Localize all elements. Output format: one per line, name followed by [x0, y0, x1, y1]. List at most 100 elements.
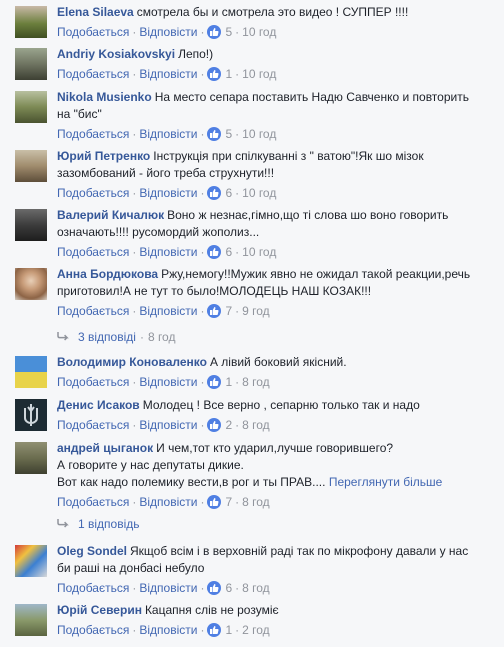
comment-time[interactable]: 9 год	[242, 304, 270, 318]
like-link[interactable]: Подобається	[57, 581, 129, 595]
reply-link[interactable]: Відповісти	[139, 623, 197, 637]
comment: Юрий Петренко Інструкція при спілкуванні …	[15, 148, 500, 201]
avatar[interactable]	[15, 604, 47, 636]
avatar[interactable]	[15, 91, 47, 123]
comment-text: Ржу,немогу!!Мужик явно не ожидал такой р…	[161, 267, 471, 281]
like-link[interactable]: Подобається	[57, 375, 129, 389]
like-icon[interactable]	[207, 304, 222, 318]
comment-author-link[interactable]: Анна Бордюкова	[57, 267, 158, 281]
comment-time[interactable]: 8 год	[242, 495, 270, 509]
like-link[interactable]: Подобається	[57, 127, 129, 141]
avatar[interactable]	[15, 545, 47, 577]
like-icon[interactable]	[207, 581, 222, 595]
comment-actions: Подобається · Відповісти · 5 · 10 год	[57, 127, 277, 141]
comment: андрей цыганок И чем,тот кто ударил,лучше…	[15, 440, 500, 510]
reply-link[interactable]: Відповісти	[139, 67, 197, 81]
like-icon[interactable]	[207, 186, 222, 200]
like-link[interactable]: Подобається	[57, 495, 129, 509]
comment-time[interactable]: 2 год	[242, 623, 270, 637]
comment-text: На место сепара поставить Надю Савченко …	[154, 90, 469, 104]
like-icon[interactable]	[207, 25, 222, 39]
reply-link[interactable]: Відповісти	[139, 25, 197, 39]
comment-author-link[interactable]: Elena Silaeva	[57, 5, 134, 19]
comment-time[interactable]: 10 год	[242, 25, 276, 39]
comment-author-link[interactable]: Валерий Кичалюк	[57, 208, 164, 222]
replies-time: 8 год	[147, 330, 176, 344]
comment-text-line: приготовил!А не тут то было!МОЛОДЕЦЬ НАШ…	[57, 284, 372, 298]
comment-author-link[interactable]: Andriy Kosiakovskyi	[57, 47, 175, 61]
like-count: 1	[225, 375, 233, 389]
reply-link[interactable]: Відповісти	[139, 581, 197, 595]
comment-time[interactable]: 8 год	[242, 581, 270, 595]
comment-author-link[interactable]: Oleg Sondel	[57, 544, 127, 558]
reply-link[interactable]: Відповісти	[139, 186, 197, 200]
comment-text: Молодец ! Все верно , сепарню только так…	[142, 398, 420, 412]
comment-author-link[interactable]: Володимир Коноваленко	[57, 355, 207, 369]
comment-text-line: зазомбований - його треба струхнути!!!	[57, 166, 275, 180]
avatar[interactable]	[15, 150, 47, 182]
replies-count[interactable]: 3 відповіді	[78, 330, 136, 344]
like-icon[interactable]	[207, 623, 222, 637]
like-icon[interactable]	[207, 495, 222, 509]
comment-time[interactable]: 10 год	[242, 186, 276, 200]
avatar[interactable]	[15, 48, 47, 80]
comment-text-line: А говорите у нас депутаты дикие.	[57, 458, 244, 472]
reply-link[interactable]: Відповісти	[139, 375, 197, 389]
like-icon[interactable]	[207, 127, 222, 141]
like-link[interactable]: Подобається	[57, 25, 129, 39]
avatar[interactable]	[15, 399, 47, 431]
reply-link[interactable]: Відповісти	[139, 495, 197, 509]
avatar[interactable]	[15, 356, 47, 388]
see-more-link[interactable]: Переглянути більше	[329, 475, 443, 489]
like-link[interactable]: Подобається	[57, 245, 129, 259]
comment-actions: Подобається · Відповісти · 1 · 10 год	[57, 67, 277, 81]
like-icon[interactable]	[207, 67, 222, 81]
comment: Elena Silaeva смотрела бы и смотрела это …	[15, 4, 500, 40]
avatar[interactable]	[15, 209, 47, 241]
comment-time[interactable]: 10 год	[242, 245, 276, 259]
comment-author-link[interactable]: Юрій Северин	[57, 603, 142, 617]
comment-author-link[interactable]: андрей цыганок	[57, 441, 153, 455]
comment-actions: Подобається · Відповісти · 6 · 10 год	[57, 186, 277, 200]
comment-actions: Подобається · Відповісти · 5 · 10 год	[57, 25, 277, 39]
trident-logo-icon	[24, 404, 38, 426]
comment-actions: Подобається · Відповісти · 7 · 8 год	[57, 495, 270, 509]
comment-text: И чем,тот кто ударил,лучше говорившего?	[156, 441, 394, 455]
comment-text: А лівий боковий якісний.	[209, 355, 347, 369]
comment-author-link[interactable]: Юрий Петренко	[57, 149, 150, 163]
like-link[interactable]: Подобається	[57, 304, 129, 318]
like-count: 1	[225, 623, 233, 637]
avatar[interactable]	[15, 6, 47, 38]
comment-time[interactable]: 10 год	[242, 127, 276, 141]
comment-actions: Подобається · Відповісти · 1 · 2 год	[57, 623, 270, 637]
view-replies-link[interactable]: 1 відповідь	[57, 516, 140, 532]
comment: Валерий Кичалюк Воно ж незнає,гімно,що ті…	[15, 207, 500, 260]
reply-link[interactable]: Відповісти	[139, 304, 197, 318]
comment-author-link[interactable]: Денис Исаков	[57, 398, 140, 412]
comment-time[interactable]: 8 год	[242, 375, 270, 389]
like-link[interactable]: Подобається	[57, 186, 129, 200]
like-icon[interactable]	[207, 245, 222, 259]
avatar[interactable]	[15, 442, 47, 474]
comment: Володимир Коноваленко А лівий боковий які…	[15, 354, 500, 390]
like-count: 1	[225, 67, 233, 81]
replies-count[interactable]: 1 відповідь	[78, 517, 140, 531]
comment-text: смотрела бы и смотрела это видео ! СУППЕ…	[136, 5, 409, 19]
reply-link[interactable]: Відповісти	[139, 245, 197, 259]
like-count: 2	[225, 418, 233, 432]
comment-text: Якщоб всім і в верховній раді так по мік…	[130, 544, 469, 558]
like-icon[interactable]	[207, 375, 222, 389]
reply-link[interactable]: Відповісти	[139, 127, 197, 141]
avatar[interactable]	[15, 268, 47, 300]
reply-link[interactable]: Відповісти	[139, 418, 197, 432]
view-replies-link[interactable]: 3 відповіді · 8 год	[57, 329, 175, 345]
like-icon[interactable]	[207, 418, 222, 432]
comment-text-line: би раші на донбасі небуло	[57, 561, 205, 575]
like-link[interactable]: Подобається	[57, 623, 129, 637]
comment-text: Інструкція при спілкуванні з " ватою"!Як…	[153, 149, 424, 163]
like-link[interactable]: Подобається	[57, 67, 129, 81]
comment-time[interactable]: 8 год	[242, 418, 270, 432]
comment-time[interactable]: 10 год	[242, 67, 276, 81]
like-link[interactable]: Подобається	[57, 418, 129, 432]
comment-author-link[interactable]: Nikola Musienko	[57, 90, 152, 104]
